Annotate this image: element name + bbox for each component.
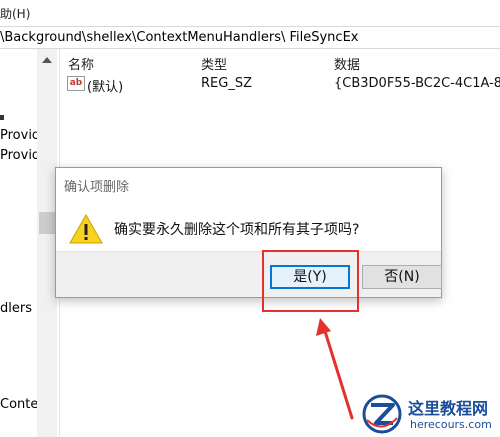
watermark: 这里教程网 herecours.com [360, 392, 500, 437]
dialog-footer: 是(Y) 否(N) [56, 251, 442, 297]
scroll-up-icon[interactable] [42, 57, 52, 63]
string-value-icon: ab [67, 76, 85, 91]
tree-item[interactable]: dlers [0, 301, 32, 316]
value-name[interactable]: (默认) [87, 76, 123, 95]
column-header-name[interactable]: 名称 [68, 54, 94, 73]
highlight-box [262, 250, 359, 312]
watermark-title: 这里教程网 [408, 399, 489, 418]
dialog-body: 确实要永久删除这个项和所有其子项吗? [56, 201, 441, 251]
dialog-title: 确认项删除 [64, 180, 130, 195]
menu-bar: 助(H) [0, 0, 500, 26]
menu-help[interactable]: 助(H) [0, 5, 30, 22]
column-header-data[interactable]: 数据 [334, 54, 360, 73]
tree-connector [0, 115, 4, 120]
value-type[interactable]: REG_SZ [201, 76, 252, 91]
address-path: \Background\shellex\ContextMenuHandlers\… [0, 30, 359, 45]
dialog-message: 确实要永久删除这个项和所有其子项吗? [114, 222, 360, 238]
confirm-delete-dialog: 确认项删除 确实要永久删除这个项和所有其子项吗? 是(Y) 否(N) [55, 167, 442, 298]
no-button[interactable]: 否(N) [362, 265, 442, 289]
tree-scrollbar[interactable] [37, 49, 57, 437]
tree-item[interactable]: Provid [0, 148, 40, 163]
warning-icon [69, 214, 103, 244]
tree-item[interactable]: Provid [0, 128, 40, 143]
value-data[interactable]: {CB3D0F55-BC2C-4C1A-8 [334, 76, 500, 91]
column-header-type[interactable]: 类型 [201, 54, 227, 73]
site-logo-icon [362, 394, 402, 434]
address-bar[interactable]: \Background\shellex\ContextMenuHandlers\… [0, 26, 500, 49]
scroll-thumb[interactable] [39, 212, 55, 234]
watermark-url: herecours.com [410, 418, 492, 431]
